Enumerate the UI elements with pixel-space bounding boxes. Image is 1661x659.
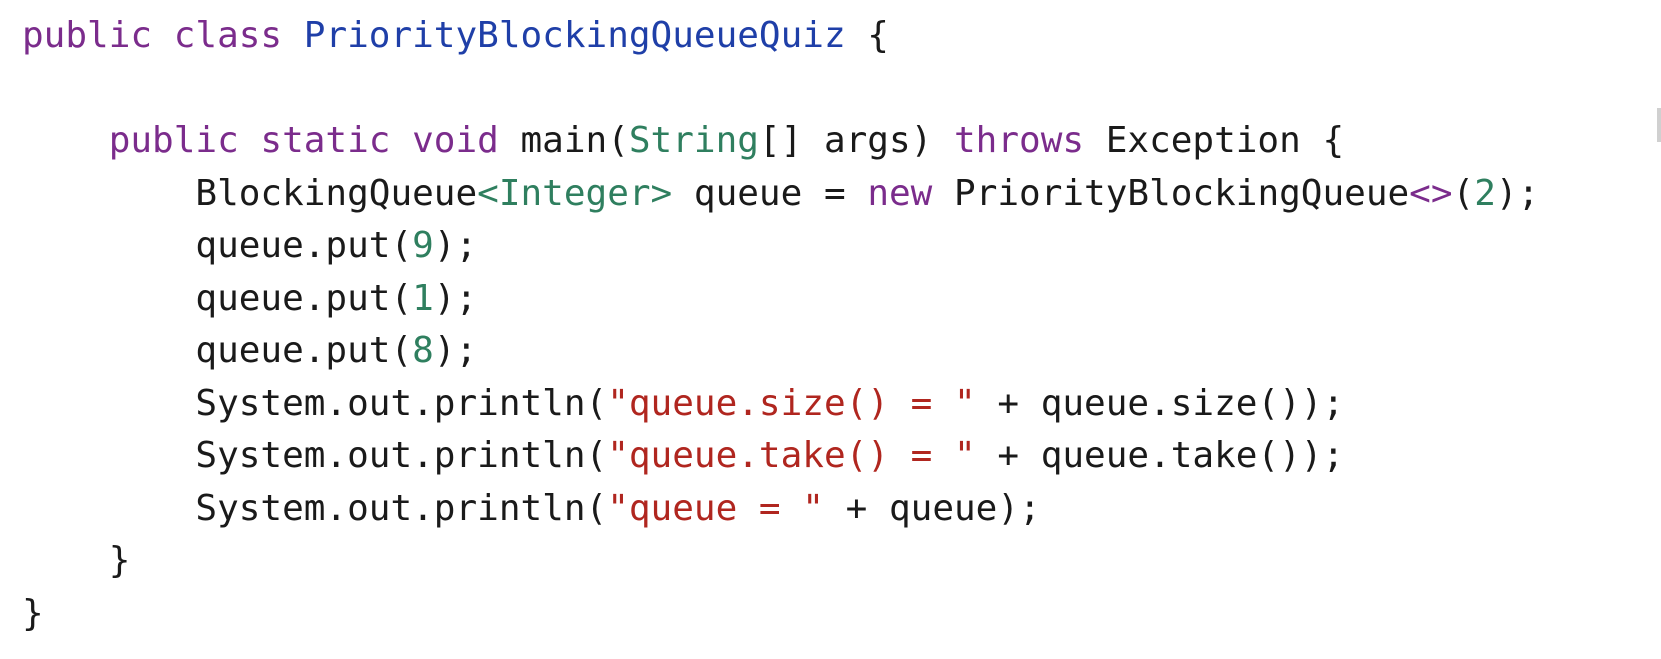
code-token-plain: main( xyxy=(520,120,629,161)
code-token-kw: throws xyxy=(954,120,1106,161)
code-line: queue.put(9); xyxy=(22,220,1539,273)
code-token-num: 9 xyxy=(412,225,434,266)
code-token-plain: ); xyxy=(433,330,478,371)
code-token-plain: queue.put( xyxy=(22,277,413,319)
code-line: } xyxy=(22,588,1539,641)
code-line: } xyxy=(22,535,1539,588)
code-token-kw: public static void xyxy=(22,120,521,161)
code-line: queue.put(8); xyxy=(22,325,1539,378)
code-token-plain: + queue.take()); xyxy=(975,435,1345,476)
code-token-plain: ); xyxy=(433,277,478,319)
code-token-kw: <> xyxy=(1409,172,1453,214)
code-line: BlockingQueue<Integer> queue = new Prior… xyxy=(22,168,1539,221)
code-token-plain: queue = xyxy=(672,172,868,214)
code-token-plain: [] args) xyxy=(758,120,954,161)
code-token-kw: public class xyxy=(22,15,304,56)
code-token-plain: } xyxy=(22,540,131,581)
code-line: public static void main(String[] args) t… xyxy=(22,115,1539,168)
code-line: System.out.println("queue.take() = " + q… xyxy=(22,430,1539,483)
code-token-plain: queue.put( xyxy=(22,330,413,371)
code-token-plain: ); xyxy=(433,225,478,266)
code-token-plain: BlockingQueue xyxy=(22,172,478,214)
code-token-num: 2 xyxy=(1474,172,1496,214)
code-token-str: "queue.take() = " xyxy=(607,435,976,476)
code-token-plain: System.out.println( xyxy=(22,435,608,476)
code-token-kw: new xyxy=(867,172,955,214)
code-line: queue.put(1); xyxy=(22,273,1539,326)
code-token-plain: ); xyxy=(1495,172,1540,214)
scrollbar-edge xyxy=(1657,108,1661,142)
code-token-plain: System.out.println( xyxy=(22,382,608,424)
code-token-cls: PriorityBlockingQueueQuiz xyxy=(303,15,846,56)
code-token-type: String xyxy=(628,120,759,161)
code-token-plain: PriorityBlockingQueue xyxy=(954,172,1410,214)
code-token-type: <Integer> xyxy=(477,172,673,214)
code-token-plain: { xyxy=(845,15,889,56)
code-token-num: 1 xyxy=(412,277,434,319)
code-token-plain: ( xyxy=(1452,172,1475,214)
code-editor[interactable]: public class PriorityBlockingQueueQuiz {… xyxy=(22,10,1539,640)
code-token-plain: } xyxy=(22,592,44,634)
code-token-str: "queue.size() = " xyxy=(607,382,976,424)
code-line: System.out.println("queue = " + queue); xyxy=(22,483,1539,536)
code-token-plain: queue.put( xyxy=(22,225,413,266)
code-token-plain: Exception { xyxy=(1105,120,1345,161)
code-token-num: 8 xyxy=(412,330,434,371)
code-token-plain: + queue); xyxy=(823,487,1041,529)
code-line: System.out.println("queue.size() = " + q… xyxy=(22,378,1539,431)
code-token-plain: + queue.size()); xyxy=(975,382,1345,424)
code-line: public class PriorityBlockingQueueQuiz { xyxy=(22,10,1539,63)
code-token-plain: System.out.println( xyxy=(22,487,608,529)
code-token-str: "queue = " xyxy=(607,487,824,529)
